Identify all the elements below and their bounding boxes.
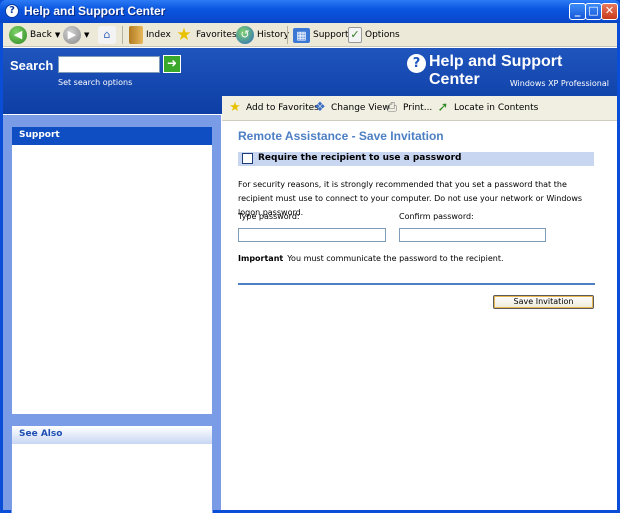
history-label: History	[257, 30, 290, 40]
add-to-favorites-button[interactable]: ★ Add to Favorites	[227, 98, 319, 118]
require-password-row: Require the recipient to use a password	[238, 152, 594, 166]
star-icon: ★	[176, 25, 192, 45]
change-view-icon: ❖	[314, 100, 326, 115]
header-subtitle: Windows XP Professional	[509, 79, 609, 88]
search-options-link[interactable]: Set search options	[58, 78, 132, 87]
home-icon: ⌂	[98, 26, 116, 44]
favorites-label: Favorites	[196, 30, 237, 40]
search-go-button[interactable]: ➜	[163, 55, 181, 73]
printer-icon: ⎙	[386, 100, 398, 115]
add-to-favorites-label: Add to Favorites	[246, 103, 319, 113]
search-input[interactable]	[58, 56, 160, 73]
require-password-checkbox[interactable]	[242, 153, 253, 164]
help-logo-icon: ?	[407, 54, 426, 73]
help-window: ? Help and Support Center _ □ ✕ ◀ Back ▼…	[0, 0, 620, 513]
invitation-form: Remote Assistance - Save Invitation Requ…	[238, 129, 600, 309]
close-button[interactable]: ✕	[601, 3, 618, 20]
forward-button[interactable]: ▶ ▼	[63, 25, 89, 45]
chevron-down-icon[interactable]: ▼	[55, 31, 60, 39]
book-icon	[129, 26, 143, 44]
see-also-panel: See Also	[11, 425, 213, 513]
options-label: Options	[365, 30, 400, 40]
type-password-field[interactable]	[238, 228, 386, 242]
forward-arrow-icon: ▶	[63, 26, 81, 44]
see-also-title: See Also	[12, 426, 212, 444]
history-button[interactable]: ↺ History	[236, 25, 289, 45]
main-toolbar: ◀ Back ▼ ▶ ▼ ⌂ Index ★ Favorites ↺ Histo…	[3, 23, 617, 47]
options-button[interactable]: ✓ Options	[348, 25, 400, 45]
print-button[interactable]: ⎙ Print...	[384, 98, 433, 118]
content-toolbar: ★ Add to Favorites ❖ Change View ⎙ Print…	[222, 96, 617, 121]
important-label: Important	[238, 254, 284, 263]
window-title: Help and Support Center	[24, 4, 166, 18]
index-label: Index	[146, 30, 171, 40]
type-password-label: Type password:	[238, 212, 300, 221]
support-label: Support	[313, 30, 349, 40]
confirm-password-label: Confirm password:	[399, 212, 474, 221]
back-arrow-icon: ◀	[9, 26, 27, 44]
search-label: Search	[10, 58, 54, 73]
back-label: Back	[30, 30, 52, 40]
confirm-password-field[interactable]	[399, 228, 546, 242]
change-view-button[interactable]: ❖ Change View	[312, 98, 390, 118]
require-password-label[interactable]: Require the recipient to use a password	[258, 153, 461, 163]
page-title: Remote Assistance - Save Invitation	[238, 129, 444, 143]
important-note: Important You must communicate the passwo…	[238, 254, 504, 263]
home-button[interactable]: ⌂	[98, 25, 116, 45]
title-bar[interactable]: ? Help and Support Center _ □ ✕	[0, 0, 620, 23]
left-pane: Support See Also	[3, 115, 221, 513]
support-button[interactable]: ▦ Support	[293, 25, 349, 45]
favorites-button[interactable]: ★ Favorites	[175, 25, 237, 45]
locate-label: Locate in Contents	[454, 103, 539, 113]
minimize-button[interactable]: _	[569, 3, 586, 20]
content-pane: ★ Add to Favorites ❖ Change View ⎙ Print…	[222, 96, 617, 510]
options-icon: ✓	[348, 27, 362, 43]
toolbar-separator	[287, 26, 288, 44]
print-label: Print...	[403, 103, 433, 113]
maximize-button[interactable]: □	[585, 3, 602, 20]
chevron-down-icon[interactable]: ▼	[84, 31, 89, 39]
back-button[interactable]: ◀ Back ▼	[9, 25, 60, 45]
history-icon: ↺	[236, 26, 254, 44]
window-body: ◀ Back ▼ ▶ ▼ ⌂ Index ★ Favorites ↺ Histo…	[3, 23, 617, 513]
support-icon: ▦	[293, 27, 310, 43]
divider	[238, 283, 595, 285]
toolbar-separator	[122, 26, 123, 44]
important-text: You must communicate the password to the…	[287, 254, 504, 263]
help-icon: ?	[5, 4, 19, 18]
locate-in-contents-button[interactable]: ➚ Locate in Contents	[435, 98, 539, 118]
support-panel-title: Support	[12, 127, 212, 145]
index-button[interactable]: Index	[129, 25, 171, 45]
locate-arrow-icon: ➚	[437, 100, 449, 115]
save-invitation-button[interactable]: Save Invitation	[493, 295, 594, 309]
support-panel: Support	[11, 126, 213, 415]
star-add-icon: ★	[229, 100, 241, 115]
change-view-label: Change View	[331, 103, 390, 113]
